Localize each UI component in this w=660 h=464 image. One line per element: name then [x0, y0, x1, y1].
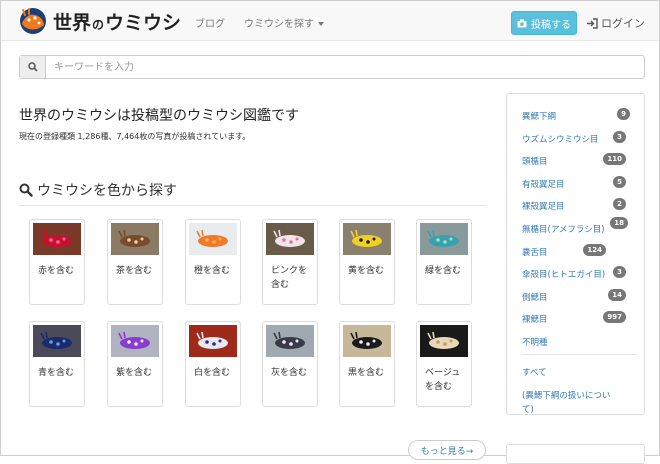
sea-slug-photo	[111, 223, 159, 255]
post-button[interactable]: 投稿する	[511, 11, 577, 35]
sea-slug-photo	[111, 325, 159, 357]
color-card-label: 茶を含む	[116, 266, 153, 276]
sidebar-item[interactable]: 傘殻目(ヒトエガイ目)	[522, 268, 605, 280]
color-section-title: ウミウシを色から探す	[19, 180, 177, 200]
sea-slug-photo	[266, 325, 314, 357]
sidebar-item[interactable]: 頭楯目	[522, 155, 548, 167]
search-input[interactable]	[46, 56, 644, 78]
count-badge: 9	[617, 108, 630, 120]
sea-slug-photo	[420, 325, 468, 357]
search-icon[interactable]	[20, 56, 46, 78]
sidebar-item[interactable]: 有殻翼足目	[522, 178, 565, 190]
sea-slug-logo-icon	[17, 5, 49, 37]
count-badge: 18	[610, 217, 628, 229]
sea-slug-photo	[420, 223, 468, 255]
count-badge: 3	[613, 130, 626, 143]
login-icon	[587, 17, 598, 29]
color-card[interactable]: ピンクを含む	[262, 219, 318, 305]
section-divider	[19, 205, 486, 206]
color-card-label: 赤を含む	[38, 266, 75, 276]
count-badge: 14	[608, 288, 626, 301]
color-card[interactable]: 灰を含む	[262, 321, 318, 407]
color-card[interactable]: 茶を含む	[107, 219, 163, 305]
sea-slug-photo	[189, 325, 237, 357]
sea-slug-photo	[33, 223, 81, 255]
count-badge: 2	[613, 198, 626, 211]
more-button[interactable]: もっと見る→	[408, 440, 486, 460]
sidebar-item[interactable]: 無楯目(アメフラシ目)	[522, 223, 605, 235]
site-logo[interactable]: 世界のウミウシ	[17, 5, 181, 37]
color-card-label: 青を含む	[38, 368, 75, 378]
nav-search-dropdown[interactable]: ウミウシを探す	[244, 15, 324, 30]
count-badge: 997	[603, 311, 626, 324]
color-card[interactable]: 黄を含む	[339, 219, 395, 305]
sidebar-item[interactable]: 不明種	[522, 336, 548, 348]
search-bar	[19, 55, 645, 79]
sea-slug-photo	[266, 223, 314, 255]
nav-blog-link[interactable]: ブログ	[195, 15, 225, 30]
color-card[interactable]: 青を含む	[29, 321, 85, 407]
caret-down-icon	[318, 22, 324, 26]
sea-slug-photo	[343, 223, 391, 255]
count-badge: 3	[613, 266, 626, 279]
camera-icon	[517, 19, 527, 27]
color-card-label: 灰を含む	[271, 368, 308, 378]
color-card[interactable]: 橙を含む	[185, 219, 241, 305]
sidebar-item[interactable]: 異鰓下綱	[522, 110, 556, 122]
sidebar-note-link-cont[interactable]: て)	[522, 403, 534, 415]
sidebar-item[interactable]: 裸鰓目	[522, 313, 548, 325]
color-card[interactable]: ベージュを含む	[416, 321, 472, 407]
count-badge: 5	[613, 175, 626, 188]
sea-slug-photo	[33, 325, 81, 357]
color-card[interactable]: 白を含む	[185, 321, 241, 407]
color-card-label: 白を含む	[194, 368, 231, 378]
page-headline: 世界のウミウシは投稿型のウミウシ図鑑です	[19, 108, 299, 124]
login-link[interactable]: ログイン	[586, 15, 645, 31]
color-card[interactable]: 緑を含む	[416, 219, 472, 305]
sidebar-item[interactable]: 嚢舌目	[522, 246, 548, 258]
color-card-label: ベージュを含む	[425, 368, 461, 392]
color-card[interactable]: 紫を含む	[107, 321, 163, 407]
color-card-label: 黒を含む	[348, 368, 385, 378]
post-button-label: 投稿する	[531, 19, 571, 31]
count-badge: 110	[603, 153, 626, 166]
sidebar-all-link[interactable]: すべて	[522, 366, 547, 378]
sidebar-panel-2	[506, 444, 645, 464]
sidebar-item[interactable]: 側鰓目	[522, 291, 548, 303]
taxonomy-sidebar: 異鰓下綱 9 ウズムシウミウシ目 3 頭楯目 110 有殻翼足目 5 裸殻翼足目 2 無楯目(アメフ…	[506, 93, 645, 415]
sea-slug-photo	[343, 325, 391, 357]
color-card-label: 橙を含む	[194, 266, 231, 276]
color-card[interactable]: 黒を含む	[339, 321, 395, 407]
color-card-label: 緑を含む	[425, 266, 462, 276]
sidebar-divider	[522, 354, 636, 355]
sea-slug-photo	[189, 223, 237, 255]
search-icon	[19, 183, 33, 197]
registration-stats: 現在の登録種類 1,286種、7,464枚の写真が投稿されています。	[19, 132, 251, 141]
sidebar-item[interactable]: ウズムシウミウシ目	[522, 133, 599, 145]
color-card-label: ピンクを含む	[271, 266, 308, 290]
sidebar-item[interactable]: 裸殻翼足目	[522, 200, 565, 212]
logo-text: 世界のウミウシ	[53, 11, 182, 34]
color-card-label: 紫を含む	[116, 368, 153, 378]
count-badge: 124	[583, 243, 606, 256]
color-card-label: 黄を含む	[348, 266, 385, 276]
sidebar-note-link[interactable]: (異鰓下綱の扱いについ	[522, 389, 610, 401]
login-label: ログイン	[601, 17, 645, 30]
navbar: 世界のウミウシ ブログ ウミウシを探す 投稿する ログイン	[1, 1, 659, 41]
color-card[interactable]: 赤を含む	[29, 219, 85, 305]
